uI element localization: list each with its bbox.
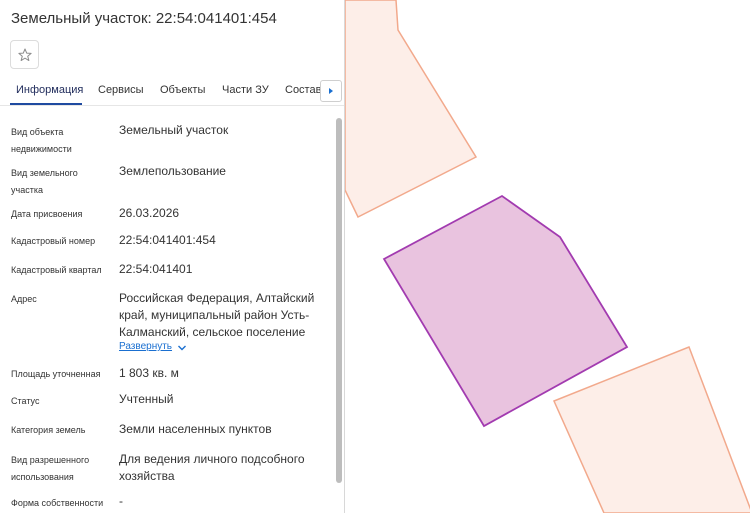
tab-objects[interactable]: Объекты <box>160 84 205 96</box>
tab-info[interactable]: Информация <box>16 84 83 96</box>
field-label-permitted-use: Вид разрешенного использования <box>11 455 90 482</box>
map-canvas[interactable] <box>345 0 750 513</box>
expand-address-link[interactable]: Развернуть <box>119 341 172 352</box>
field-label-assign-date: Дата присвоения <box>11 209 83 219</box>
field-value-cadastral-quarter: 22:54:041401 <box>119 262 193 276</box>
field-value-ownership: - <box>119 494 123 508</box>
tab-services[interactable]: Сервисы <box>98 84 144 96</box>
field-value-land-category: Земли населенных пунктов <box>119 422 272 436</box>
tab-composition[interactable]: Состав <box>285 84 321 96</box>
field-value-plot-type: Землепользование <box>119 164 226 178</box>
field-value-status: Учтенный <box>119 392 174 406</box>
panel-scrollbar[interactable] <box>336 118 342 483</box>
field-label-address: Адрес <box>11 294 37 304</box>
field-label-object-type: Вид объекта недвижимости <box>11 127 72 154</box>
field-value-cadastral-number: 22:54:041401:454 <box>119 233 216 247</box>
field-label-status: Статус <box>11 396 40 406</box>
field-label-plot-type: Вид земельного участка <box>11 168 78 195</box>
field-label-land-category: Категория земель <box>11 425 86 435</box>
field-value-address: Российская Федерация, Алтайский край, му… <box>119 291 315 339</box>
favorite-button[interactable] <box>10 40 39 69</box>
star-icon <box>17 48 32 61</box>
field-value-assign-date: 26.03.2026 <box>119 206 180 220</box>
active-tab-indicator <box>10 103 82 105</box>
neighbor-parcel-top[interactable] <box>345 0 478 219</box>
field-label-ownership: Форма собственности <box>11 498 104 508</box>
field-label-cadastral-quarter: Кадастровый квартал <box>11 265 102 275</box>
info-panel: Земельный участок: 22:54:041401:454 Инфо… <box>0 0 344 513</box>
page-title: Земельный участок: 22:54:041401:454 <box>11 10 277 27</box>
chevron-right-icon <box>329 88 333 94</box>
map-view[interactable] <box>345 0 750 513</box>
field-label-cadastral-number: Кадастровый номер <box>11 236 96 246</box>
field-value-permitted-use: Для ведения личного подсобного хозяйства <box>119 452 305 483</box>
tab-bar: Информация Сервисы Объекты Части ЗУ Сост… <box>0 78 344 106</box>
tabs-scroll-right-button[interactable] <box>320 80 342 102</box>
field-label-area: Площадь уточненная <box>11 369 101 379</box>
tab-parts[interactable]: Части ЗУ <box>222 84 269 96</box>
field-value-area: 1 803 кв. м <box>119 366 179 380</box>
field-value-object-type: Земельный участок <box>119 123 229 137</box>
chevron-down-icon[interactable] <box>177 344 187 352</box>
